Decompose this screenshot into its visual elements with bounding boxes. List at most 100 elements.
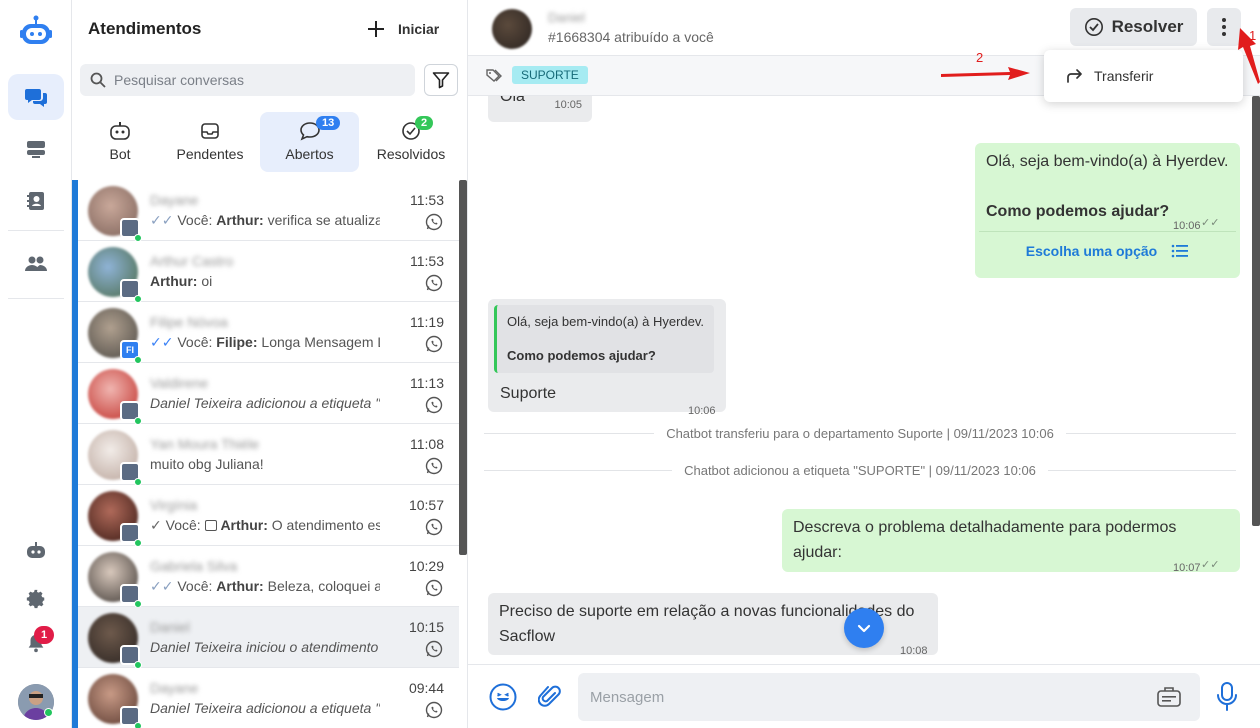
conversation-row[interactable]: Virgínia 10:57 ✓ Você: Arthur: O atendim… — [72, 485, 459, 547]
tab-bot[interactable]: Bot — [82, 112, 158, 172]
list-scrollbar[interactable] — [459, 180, 467, 555]
conversation-row[interactable]: Valdirene 11:13 Daniel Teixeira adiciono… — [72, 363, 459, 425]
search-input[interactable] — [114, 72, 404, 88]
status-tabs: Bot Pendentes Abertos 13 Resolvidos 2 — [72, 112, 468, 172]
tab-label: Bot — [109, 146, 131, 162]
sender-name: Arthur: — [220, 517, 268, 533]
tag-pill[interactable]: SUPORTE — [512, 66, 588, 84]
system-event-text: Chatbot transferiu para o departamento S… — [654, 425, 1066, 441]
tab-count-badge: 13 — [316, 116, 341, 130]
resolve-button[interactable]: Resolver — [1070, 8, 1197, 46]
whatsapp-icon — [425, 640, 443, 663]
last-message: ✓✓ Você: Arthur: verifica se atualiza — [150, 212, 380, 229]
filter-button[interactable] — [424, 64, 458, 96]
system-event: Chatbot transferiu para o departamento S… — [484, 423, 1236, 443]
sender-name: Arthur: — [216, 212, 264, 228]
transfer-menu-item[interactable]: Transferir — [1094, 68, 1153, 84]
choose-option-button[interactable]: Escolha uma opção — [975, 239, 1240, 263]
conversation-row[interactable]: Gabriela Silva 10:29 ✓✓ Você: Arthur: Be… — [72, 546, 459, 608]
contact-name: Gabriela Silva — [150, 558, 238, 574]
chat-scrollbar[interactable] — [1252, 96, 1260, 526]
conversation-time: 10:57 — [408, 497, 444, 513]
double-check-icon: ✓✓ — [150, 334, 174, 350]
contact-avatar[interactable] — [492, 9, 532, 49]
whatsapp-icon — [425, 457, 443, 480]
contact-name: Yan Moura Thiéle — [150, 436, 260, 452]
whatsapp-icon — [425, 274, 443, 297]
message-input-box — [578, 673, 1200, 721]
nav-contacts-icon[interactable] — [8, 178, 64, 224]
last-message: Daniel Teixeira adicionou a etiqueta "Pr… — [150, 700, 380, 716]
conversation-row[interactable]: FI Filipe Nóvoa 11:19 ✓✓ Você: Filipe: L… — [72, 302, 459, 364]
bot-icon — [109, 120, 131, 142]
panel-title: Atendimentos — [88, 19, 202, 38]
conversation-row-selected[interactable]: Daniel 10:15 Daniel Teixeira iniciou o a… — [72, 607, 459, 669]
left-rail: 1 — [0, 0, 72, 728]
message-line: Descreva o problema detalhadamente para … — [793, 519, 1177, 536]
quick-replies-icon[interactable] — [1156, 685, 1182, 709]
whatsapp-icon — [425, 579, 443, 602]
emoji-icon[interactable] — [488, 682, 518, 712]
list-icon — [1171, 244, 1189, 258]
app-root: 1 Atendimentos Iniciar Bot Pendentes — [0, 0, 1260, 728]
open-indicator — [72, 180, 78, 241]
you-prefix: Você: — [165, 517, 201, 533]
search-icon — [90, 72, 106, 88]
nav-bot-icon[interactable] — [8, 528, 64, 574]
image-icon — [204, 520, 217, 531]
quoted-line-bold: Como podemos ajudar? — [507, 348, 656, 363]
message-line: Sacflow — [499, 628, 556, 645]
nav-chats-icon[interactable] — [8, 74, 64, 120]
scroll-to-bottom-button[interactable] — [844, 608, 884, 648]
quoted-message[interactable]: Olá, seja bem-vindo(a) à Hyerdev. Como p… — [494, 305, 714, 373]
microphone-icon[interactable] — [1216, 681, 1238, 713]
conversation-panel: Atendimentos Iniciar Bot Pendentes Abert… — [72, 0, 468, 728]
paperclip-icon[interactable] — [538, 684, 562, 710]
message-time: 10:07 — [1173, 562, 1201, 574]
tags-icon[interactable] — [486, 69, 504, 83]
message-line-bold: Como podemos ajudar? — [986, 203, 1170, 220]
nav-inbox-icon[interactable] — [8, 126, 64, 172]
start-label: Iniciar — [398, 21, 440, 37]
user-online-dot — [44, 708, 53, 717]
inbox-icon — [200, 120, 220, 142]
annotation-number: 1 — [1249, 28, 1257, 43]
message-time: 10:08 — [900, 645, 928, 657]
last-message: ✓ Você: Arthur: O atendimento estava par… — [150, 517, 380, 534]
incoming-message: Olá 10:05 — [488, 96, 592, 122]
open-indicator — [72, 607, 78, 668]
system-event: Chatbot adicionou a etiqueta "SUPORTE" |… — [484, 460, 1236, 480]
message-list: Olá 10:05 Olá, seja bem-vindo(a) à Hyerd… — [468, 96, 1260, 664]
last-message: Daniel Teixeira iniciou o atendimento — [150, 639, 379, 655]
conversation-row[interactable]: Yan Moura Thiéle 11:08 muito obg Juliana… — [72, 424, 459, 486]
conversation-row[interactable]: Arthur Castro 11:53 Arthur: oi — [72, 241, 459, 303]
whatsapp-icon — [425, 335, 443, 358]
sender-name: Filipe: — [216, 334, 258, 350]
tab-abertos[interactable]: Abertos 13 — [260, 112, 359, 172]
ticket-subtitle: #1668304 atribuído a você — [548, 29, 714, 45]
conversation-time: 11:53 — [410, 192, 444, 208]
bot-logo-icon[interactable] — [18, 14, 54, 50]
message-line: ajudar: — [793, 544, 842, 561]
notifications-bell-icon[interactable] — [8, 620, 64, 666]
last-message: Arthur: oi — [150, 273, 380, 289]
conversation-row[interactable]: Dayane 11:53 ✓✓ Você: Arthur: verifica s… — [72, 180, 459, 242]
contact-name: Virgínia — [150, 497, 198, 513]
settings-gear-icon[interactable] — [8, 576, 64, 622]
nav-team-icon[interactable] — [8, 241, 64, 287]
tab-pendentes[interactable]: Pendentes — [168, 112, 252, 172]
start-conversation-button[interactable]: Iniciar — [368, 16, 439, 42]
online-dot — [134, 722, 142, 728]
message-text: Suporte — [500, 385, 557, 402]
conversation-row[interactable]: Dayane 09:44 Daniel Teixeira adicionou a… — [72, 668, 459, 728]
message-time: 10:05 — [554, 99, 582, 111]
contact-name: Filipe Nóvoa — [150, 314, 228, 330]
last-message: ✓✓ Você: Arthur: Beleza, coloquei aqui p… — [150, 578, 380, 595]
open-indicator — [72, 241, 78, 302]
tab-resolvidos[interactable]: Resolvidos 2 — [367, 112, 455, 172]
outgoing-message: Olá, seja bem-vindo(a) à Hyerdev. Como p… — [975, 143, 1240, 278]
more-options-button[interactable] — [1207, 8, 1241, 46]
rail-divider — [8, 230, 64, 231]
last-message: ✓✓ Você: Filipe: Longa Mensagem Longa Me… — [150, 334, 380, 351]
message-input[interactable] — [590, 688, 1150, 706]
